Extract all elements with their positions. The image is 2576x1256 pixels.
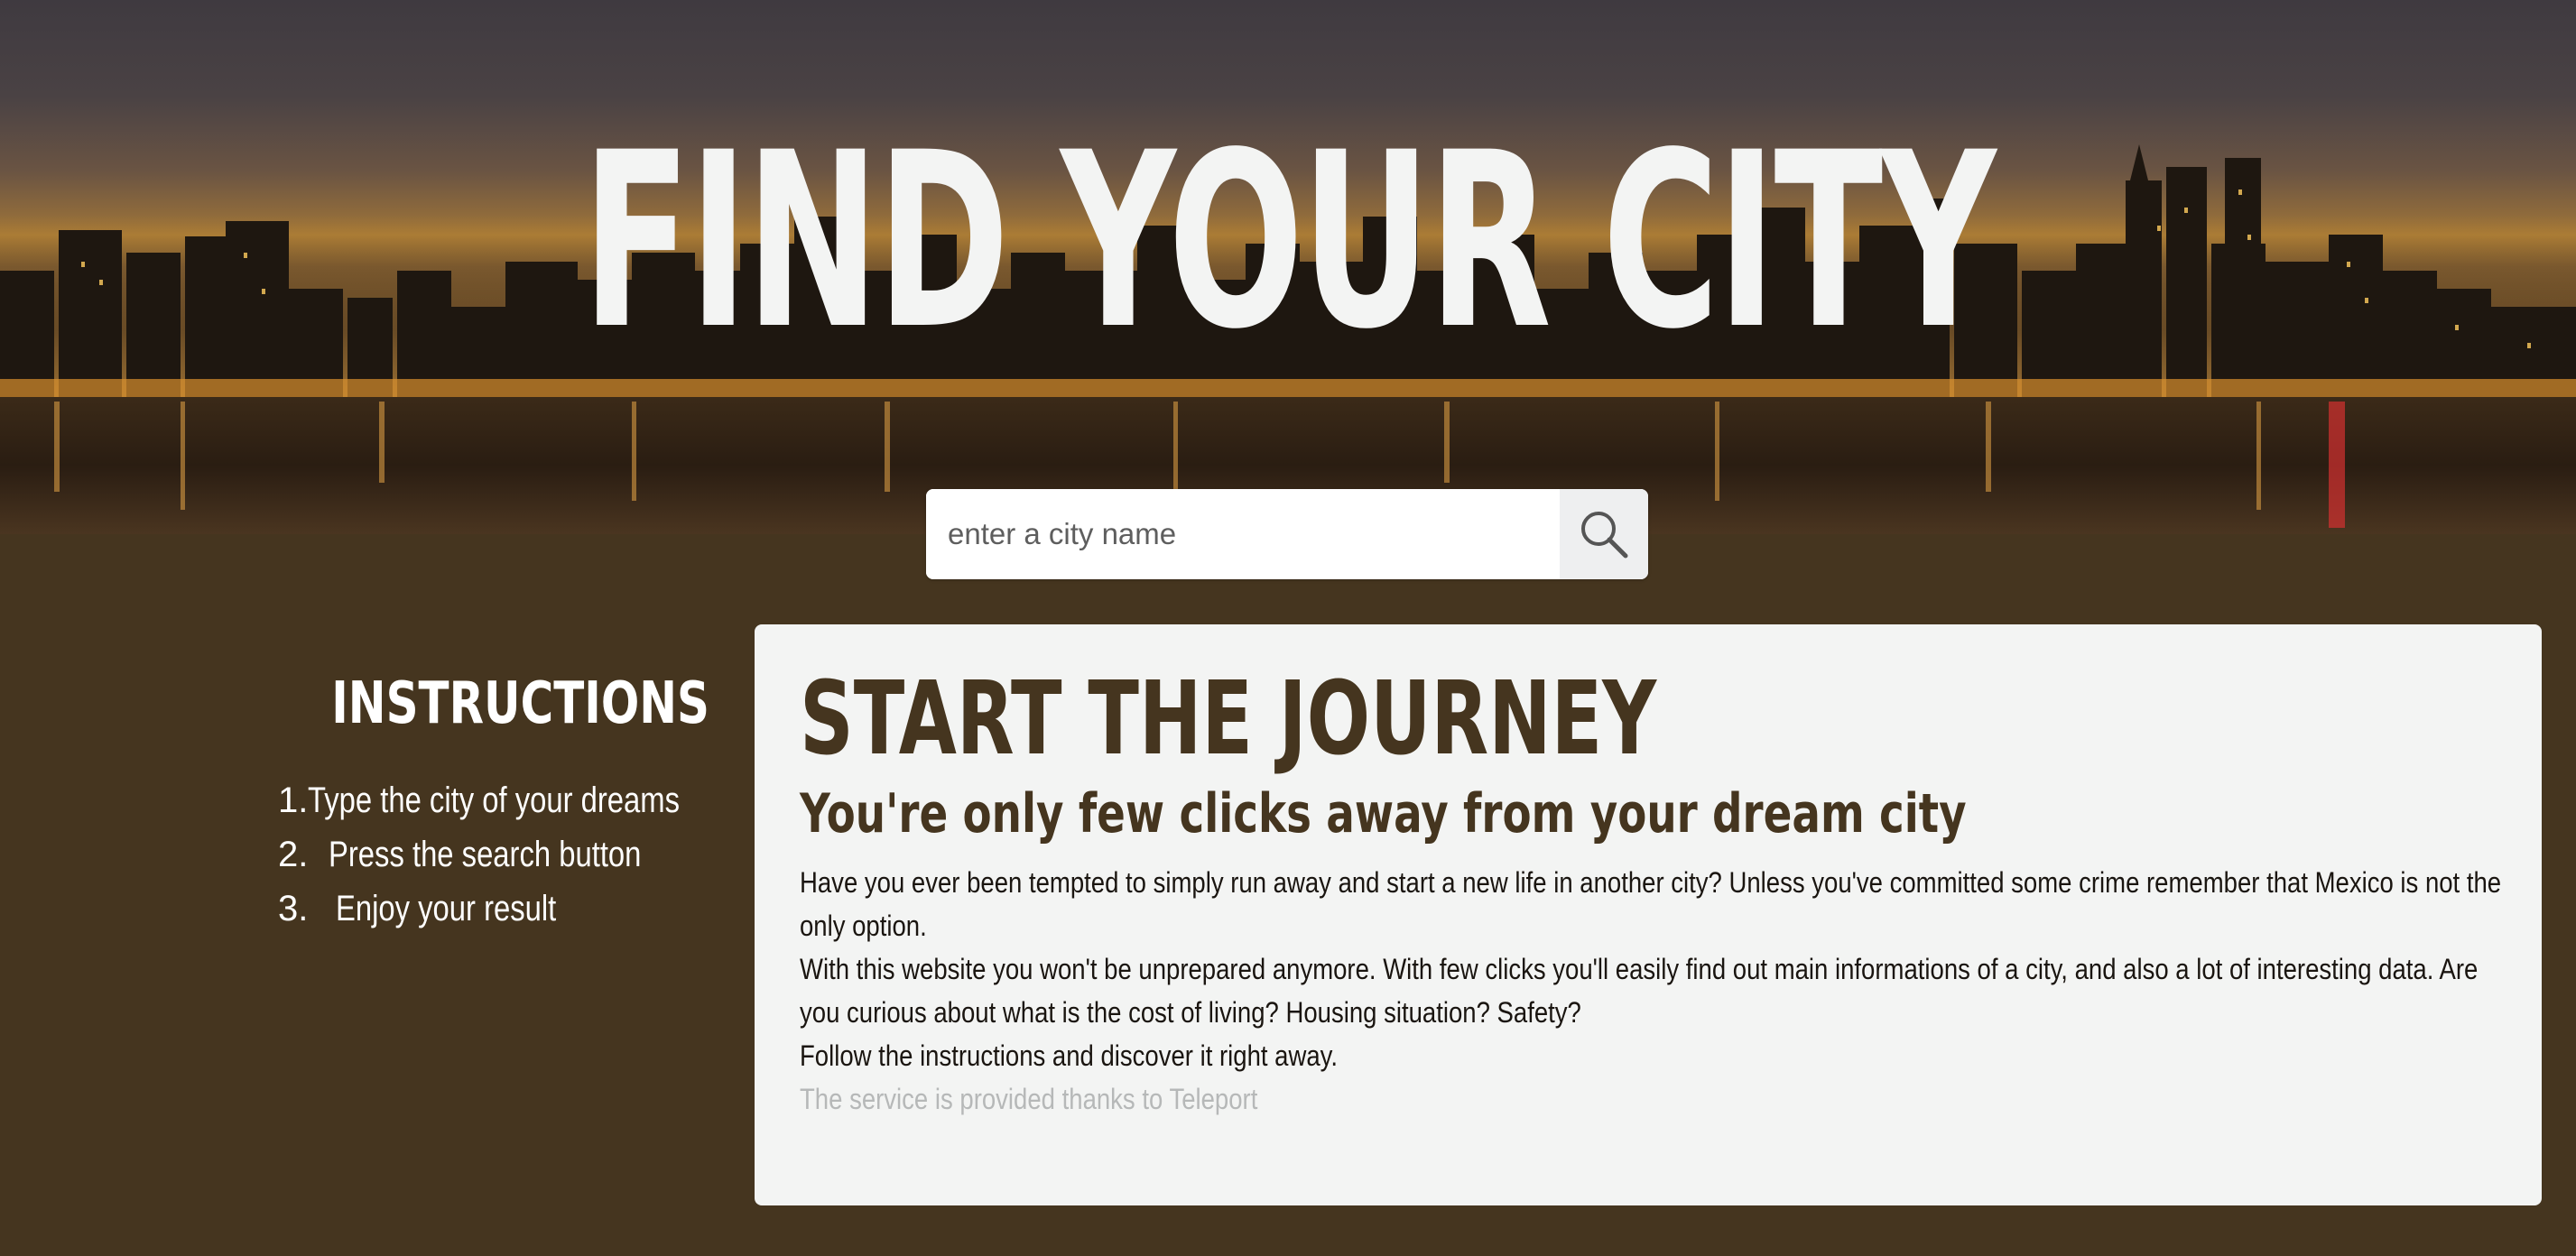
card-body: Have you ever been tempted to simply run… xyxy=(800,861,2507,1121)
journey-card: START THE JOURNEY You're only few clicks… xyxy=(755,624,2542,1205)
card-subheading: You're only few clicks away from your dr… xyxy=(800,782,1967,845)
search-bar xyxy=(926,489,1648,579)
teleport-credit: The service is provided thanks to Telepo… xyxy=(800,1083,1258,1115)
step-number: 1. xyxy=(278,780,309,820)
instructions-title: INSTRUCTIONS xyxy=(331,670,709,737)
search-icon xyxy=(1581,512,1628,559)
step-text: Press the search button xyxy=(328,834,641,874)
instruction-step: 3. Enjoy your result xyxy=(278,882,709,936)
instructions-panel: INSTRUCTIONS 1. Type the city of your dr… xyxy=(217,663,709,936)
step-number: 3. xyxy=(278,888,309,928)
instruction-step: 1. Type the city of your dreams xyxy=(278,773,709,827)
step-text: Type the city of your dreams xyxy=(308,780,681,820)
card-heading: START THE JOURNEY xyxy=(800,660,1657,778)
instructions-list: 1. Type the city of your dreams 2. Press… xyxy=(217,773,709,936)
hero-title: FIND YOUR CITY xyxy=(581,101,1997,383)
card-paragraph: Have you ever been tempted to simply run… xyxy=(800,866,2502,942)
step-text: Enjoy your result xyxy=(336,888,557,928)
card-paragraph: Follow the instructions and discover it … xyxy=(800,1039,1339,1072)
card-paragraph: With this website you won't be unprepare… xyxy=(800,953,2479,1029)
search-button[interactable] xyxy=(1560,489,1648,579)
hero-banner: FIND YOUR CITY xyxy=(0,0,2576,534)
step-number: 2. xyxy=(278,834,309,874)
instruction-step: 2. Press the search button xyxy=(278,827,709,882)
search-input[interactable] xyxy=(926,489,1560,579)
